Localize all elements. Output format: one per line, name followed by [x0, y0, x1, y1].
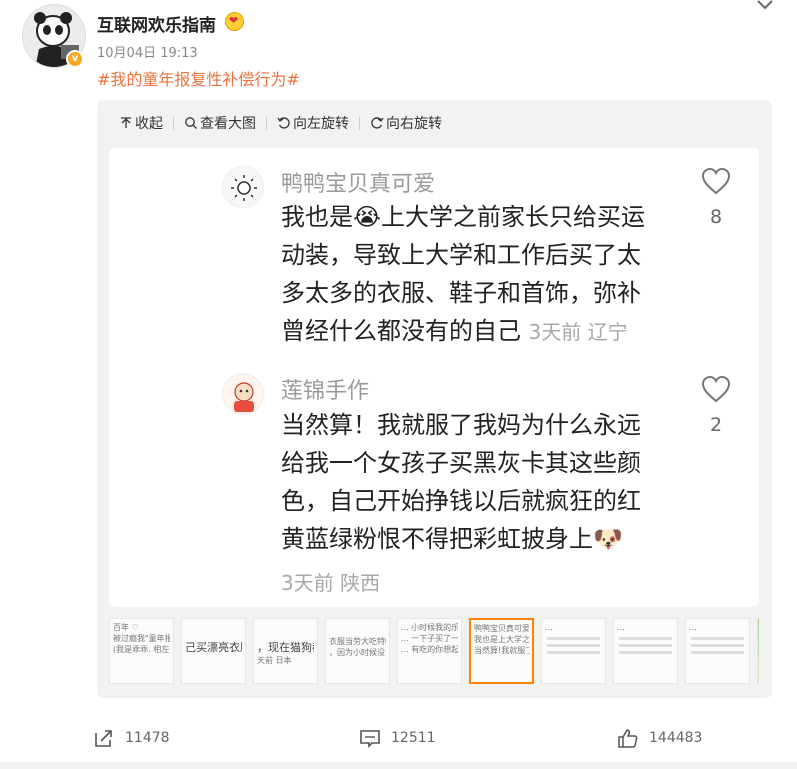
post-image[interactable]: 鸭鸭宝贝真可爱 我也是😭上大学之前家长只给买运 动装，导致上大学和工作后买了太 …: [109, 148, 759, 607]
comment-last-line: 曾经什么都没有的自己 3天前 辽宁: [281, 312, 671, 351]
like-button[interactable]: 144483: [617, 727, 702, 749]
comment-meta: 3天前 辽宁: [528, 320, 628, 344]
comment-username: 鸭鸭宝贝真可爱: [281, 172, 436, 197]
thumbnail-text: ...: [545, 623, 553, 632]
author-name[interactable]: 互联网欢乐指南: [97, 11, 216, 36]
comment-count: 12511: [391, 730, 436, 746]
toolbar-divider: [173, 116, 174, 130]
comment-like-count: 2: [709, 414, 723, 436]
comment-icon: [360, 730, 380, 748]
comment-line: 当然算！我就服了我妈为什么永远: [281, 411, 641, 439]
thumbnail[interactable]: ... 小时候我的乐大百花团 ... 一下子买了一百多 ... 有吃的你想起来再: [397, 618, 462, 684]
rotate-right-label: 向右旋转: [386, 116, 442, 132]
thumbnail-text: ...: [617, 623, 625, 632]
thumbnail-text: ... 有吃的你想起来再: [401, 645, 458, 654]
view-large-button[interactable]: 查看大图: [184, 113, 256, 133]
comment-line: 多太多的衣服、鞋子和首饰，弥补: [281, 279, 641, 307]
thumbnail[interactable]: 己买漂亮衣服算: [181, 618, 246, 684]
thumbnail-text: 我也是上大学之前家长: [474, 635, 529, 644]
thumbs-up-icon: [618, 729, 638, 748]
thumbnail[interactable]: 衣服当劳大吃特吃, ，因为小时候没去: [325, 618, 390, 684]
comment-line: 黄蓝绿粉恨不得把彩虹披身上🐶: [281, 525, 623, 553]
thumbnail-text: 天前 日本: [257, 656, 292, 665]
share-count: 11478: [125, 730, 170, 746]
cartoon-avatar-icon: [224, 375, 263, 414]
thumbnail-active[interactable]: 鸭鸭宝贝真可爱 我也是上大学之前家长 当然算!我就服了我妈: [469, 618, 534, 684]
sun-avatar-icon: [231, 175, 257, 201]
comment-like-count: 8: [709, 206, 723, 228]
divider: [0, 762, 797, 769]
thumbnail[interactable]: ...: [685, 618, 750, 684]
thumbnail-text: ，因为小时候没去: [329, 648, 386, 657]
thumbnail-text: 鸭鸭宝贝真可爱: [474, 624, 529, 633]
share-button[interactable]: 11478: [93, 727, 170, 749]
thumbnail-text: 当然算!我就服了我妈: [474, 646, 529, 655]
thumbnail-text: 己买漂亮衣服算: [185, 641, 242, 654]
thumbnail[interactable]: [757, 618, 759, 684]
comment-line: 色，自己开始挣钱以后就疯狂的红: [281, 487, 641, 515]
heart-icon: [701, 375, 731, 403]
search-icon: [185, 117, 197, 129]
comment-meta: 3天前 陕西: [281, 571, 381, 595]
thumbnail[interactable]: ...: [541, 618, 606, 684]
hashtag-link[interactable]: #我的童年报复性补偿行为#: [97, 66, 300, 90]
comment-line: 我也是😭上大学之前家长只给买运: [281, 203, 646, 231]
thumbnail[interactable]: ，现在猫狗都 天前 日本: [253, 618, 318, 684]
thumbnail-strip: 百年 ♡ 被过瘾我"童年报复性补 (我是乖乖. 相左一些钱我 己买漂亮衣服算 ，…: [109, 618, 759, 686]
comment-line: 给我一个女孩子买黑灰卡其这些颜: [281, 449, 641, 477]
comment-avatar: [222, 166, 264, 208]
post-header: v 互联网欢乐指南 10月04日 19:13 #我的童年报复性补偿行为#: [0, 0, 797, 95]
comment-text: 我也是😭上大学之前家长只给买运 动装，导致上大学和工作后买了太 多太多的衣服、鞋…: [281, 198, 671, 351]
thumbnail[interactable]: 百年 ♡ 被过瘾我"童年报复性补 (我是乖乖. 相左一些钱我: [109, 618, 174, 684]
collapse-label: 收起: [135, 116, 163, 132]
comment-line: 曾经什么都没有的自己: [281, 317, 521, 345]
comment-avatar: [222, 373, 264, 415]
thumbnail-text: 衣服当劳大吃特吃,: [329, 637, 386, 646]
comment-button[interactable]: 12511: [359, 727, 436, 749]
collapse-button[interactable]: 收起: [119, 113, 163, 133]
rotate-left-label: 向左旋转: [293, 116, 349, 132]
chevron-down-icon[interactable]: [756, 0, 774, 14]
thumbnail-text: ，现在猫狗都: [257, 641, 314, 654]
like-count: 144483: [649, 730, 703, 746]
thumbnail-text: 被过瘾我"童年报复性补: [113, 634, 170, 643]
post-time[interactable]: 10月04日 19:13: [97, 42, 198, 61]
rotate-right-icon: [371, 117, 384, 129]
image-viewer-card: 收起 查看大图 向左旋转 向右旋转 鸭鸭宝贝真可爱 我也是😭上大学之前家长只给买…: [97, 100, 772, 698]
thumbnail-text: ... 小时候我的乐大百花团: [401, 623, 458, 632]
toolbar-divider: [359, 116, 360, 130]
thumbnail-text: ...: [689, 623, 697, 632]
view-large-label: 查看大图: [200, 116, 256, 132]
share-icon: [95, 730, 112, 747]
fan-badge-icon: [225, 12, 244, 31]
post-actions-bar: 11478 12511 144483: [0, 723, 797, 757]
image-toolbar: 收起 查看大图 向左旋转 向右旋转: [119, 113, 442, 133]
rotate-right-button[interactable]: 向右旋转: [370, 113, 442, 133]
rotate-left-icon: [277, 117, 290, 129]
toolbar-divider: [266, 116, 267, 130]
rotate-left-button[interactable]: 向左旋转: [277, 113, 349, 133]
comment-username: 莲锦手作: [281, 379, 370, 404]
verified-badge-icon: v: [66, 50, 84, 68]
comment-line: 动装，导致上大学和工作后买了太: [281, 241, 641, 269]
thumbnail-text: ... 一下子买了一百多: [401, 634, 458, 643]
thumbnail-text: 百年 ♡: [113, 623, 139, 632]
thumbnail-text: (我是乖乖. 相左一些钱我: [113, 645, 170, 654]
heart-icon: [701, 167, 731, 195]
comment-text: 当然算！我就服了我妈为什么永远 给我一个女孩子买黑灰卡其这些颜 色，自己开始挣钱…: [281, 406, 671, 558]
arrow-up-icon: [121, 117, 131, 128]
thumbnail[interactable]: ...: [613, 618, 678, 684]
